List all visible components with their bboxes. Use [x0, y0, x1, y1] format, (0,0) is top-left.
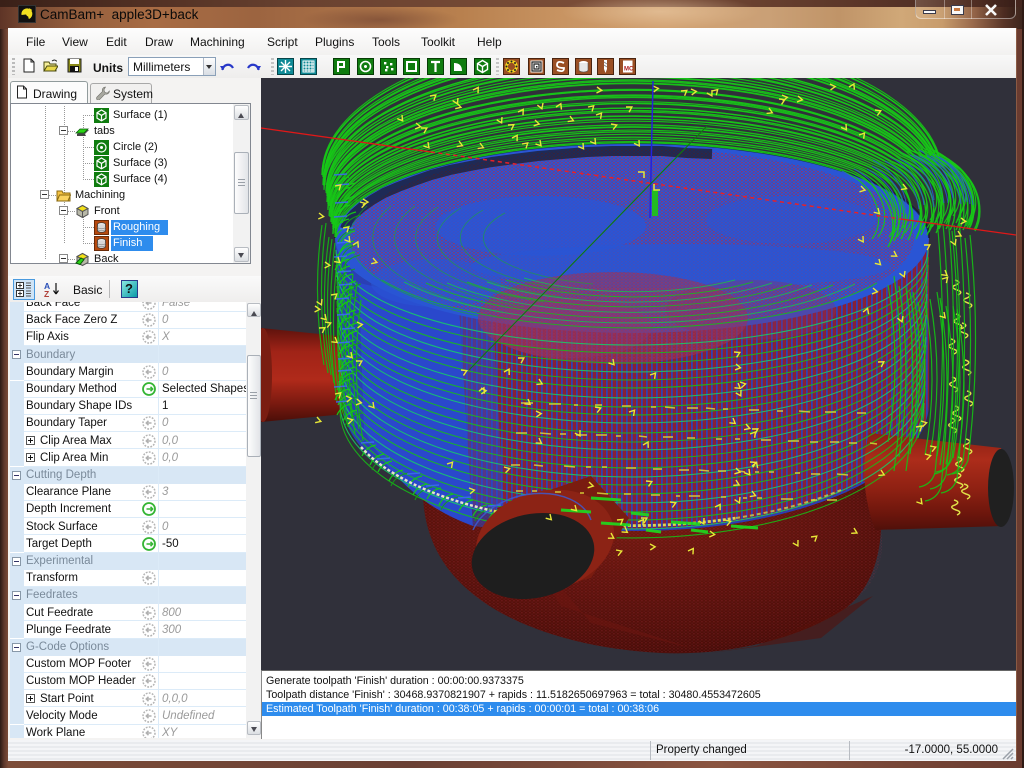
svg-text:MC: MC	[624, 67, 634, 73]
svg-text:Z: Z	[44, 289, 49, 298]
